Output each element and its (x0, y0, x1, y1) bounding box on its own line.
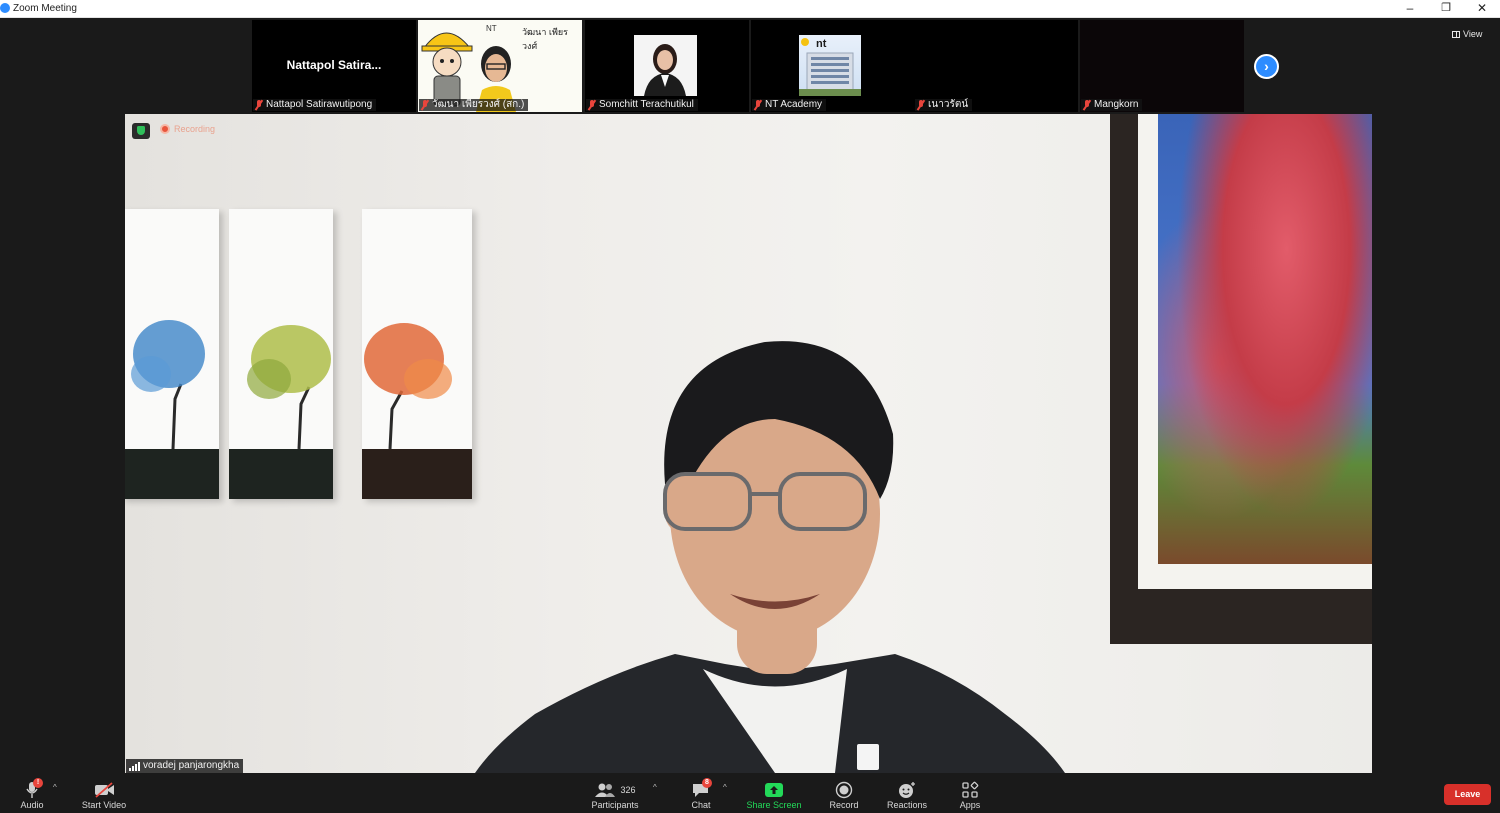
participant-tile[interactable]: Nattapol Satira... Nattapol Satirawutipo… (252, 20, 416, 112)
avatar-badge-text: NT (486, 24, 497, 33)
participant-name-tag: Mangkorn (1081, 99, 1143, 111)
record-icon (835, 780, 853, 800)
muted-mic-icon (588, 100, 596, 110)
participant-name-tag: วัฒนา เพียรวงศ์ (สก.) (419, 99, 529, 111)
share-screen-icon (764, 780, 784, 800)
participants-options-caret[interactable]: ^ (653, 783, 657, 792)
participant-name-tag: NT Academy (752, 99, 827, 111)
view-button[interactable]: View (1452, 27, 1482, 41)
next-page-button[interactable]: › (1254, 54, 1279, 79)
speaker-name-tag: voradej panjarongkha (126, 759, 244, 773)
leave-button[interactable]: Leave (1444, 784, 1491, 805)
apps-icon (961, 780, 979, 800)
shield-icon[interactable] (132, 123, 150, 139)
participant-name: NT Academy (765, 99, 823, 110)
reactions-button[interactable]: Reactions (883, 775, 931, 813)
participants-icon: 326 (594, 780, 636, 800)
participant-video (799, 35, 861, 96)
reactions-icon (897, 780, 917, 800)
active-speaker-video: Recording voradej panjarongkha (125, 114, 1372, 773)
participant-name-tag: เนาวรัตน์ (915, 99, 973, 111)
recording-indicator: Recording (160, 124, 215, 134)
chat-button[interactable]: 8 Chat (685, 775, 717, 813)
muted-mic-icon (421, 100, 429, 110)
meeting-controls-toolbar: ! Audio ^ Start Video 326 Participants ^… (0, 775, 1500, 813)
participant-name-tag: Nattapol Satirawutipong (253, 99, 377, 111)
participant-video (634, 35, 697, 96)
participant-tile[interactable]: nt NT Academy (751, 20, 915, 112)
participant-name: Nattapol Satirawutipong (266, 99, 373, 110)
participant-tile[interactable]: Somchitt Terachutikul (585, 20, 749, 112)
share-screen-button[interactable]: Share Screen (743, 775, 805, 813)
avatar-overlay-text: วัฒนา เพียรวงศ์ (522, 27, 569, 51)
audio-options-caret[interactable]: ^ (53, 783, 57, 792)
chat-icon: 8 (692, 778, 712, 800)
participant-tile[interactable]: เนาวรัตน์ (914, 20, 1078, 112)
muted-mic-icon (255, 100, 263, 110)
share-screen-label: Share Screen (746, 800, 802, 810)
nt-logo-text: nt (816, 38, 827, 50)
audio-label: Audio (20, 800, 44, 810)
reactions-label: Reactions (886, 800, 928, 810)
start-video-label: Start Video (81, 800, 127, 810)
window-title: Zoom Meeting (13, 3, 77, 14)
tree-painting-blue (125, 320, 219, 499)
wall-painting (125, 209, 219, 499)
record-label: Record (829, 800, 859, 810)
recording-label: Recording (174, 124, 216, 134)
participant-name-tag: Somchitt Terachutikul (586, 99, 698, 111)
video-off-icon (93, 780, 115, 800)
nt-building-image (799, 38, 861, 96)
grid-icon (1452, 30, 1460, 38)
portrait-photo (644, 44, 686, 96)
close-button[interactable]: ✕ (1464, 0, 1500, 18)
restore-button[interactable]: ❐ (1428, 0, 1464, 18)
participant-name: วัฒนา เพียรวงศ์ (สก.) (432, 99, 525, 110)
wall-painting (229, 209, 333, 499)
muted-mic-icon (917, 100, 925, 110)
muted-mic-icon (754, 100, 762, 110)
chat-options-caret[interactable]: ^ (723, 783, 727, 792)
microphone-icon: ! (24, 778, 43, 800)
chat-unread-badge: 8 (702, 778, 712, 788)
participant-tile[interactable]: Mangkorn (1080, 20, 1244, 112)
record-button[interactable]: Record (824, 775, 864, 813)
audio-button[interactable]: ! Audio (12, 775, 52, 813)
speaker-person (475, 341, 1065, 773)
participant-tile[interactable]: NT วัฒนา เพียรวงศ์ วัฒนา เพียรวงศ์ (สก.) (418, 20, 582, 112)
signal-strength-icon (129, 761, 140, 771)
chat-label: Chat (691, 800, 711, 810)
framed-tree-painting (1110, 114, 1372, 644)
minimize-button[interactable]: – (1392, 0, 1428, 18)
speaker-name: voradej panjarongkha (143, 760, 240, 771)
apps-label: Apps (959, 800, 981, 810)
title-bar: Zoom Meeting – ❐ ✕ (0, 0, 1500, 18)
start-video-button[interactable]: Start Video (76, 775, 132, 813)
participant-display-name: Nattapol Satira... (286, 58, 382, 72)
participants-label: Participants (591, 800, 639, 810)
apps-button[interactable]: Apps (952, 775, 988, 813)
wall-painting (362, 209, 472, 499)
participant-name: Somchitt Terachutikul (599, 99, 694, 110)
participant-name: Mangkorn (1094, 99, 1139, 110)
muted-mic-icon (1083, 100, 1091, 110)
zoom-app-icon (0, 3, 10, 13)
audio-warning-badge: ! (33, 778, 43, 788)
painting-canvas (1158, 114, 1372, 564)
recording-dot-icon (160, 124, 170, 134)
participants-button[interactable]: 326 Participants (585, 775, 645, 813)
tree-painting-orange (362, 323, 472, 499)
tree-painting-green (229, 325, 333, 499)
view-label: View (1463, 29, 1483, 39)
zoom-meeting-window: Zoom Meeting – ❐ ✕ View Nattapol Satira.… (0, 0, 1500, 813)
participant-count: 326 (620, 785, 636, 795)
participant-name: เนาวรัตน์ (928, 99, 969, 110)
